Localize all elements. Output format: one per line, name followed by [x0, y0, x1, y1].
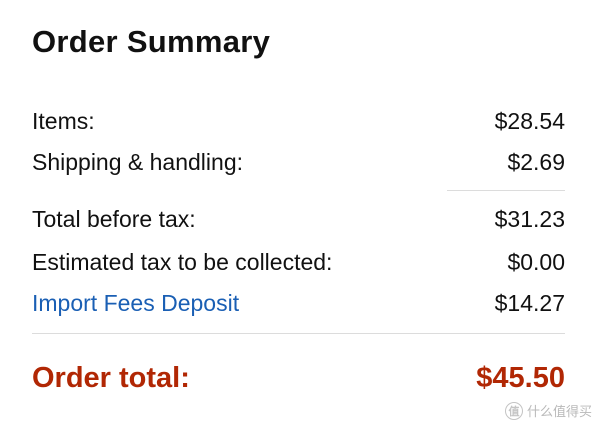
total-divider	[32, 333, 565, 334]
summary-row-estimated-tax: Estimated tax to be collected: $0.00	[32, 247, 565, 277]
summary-row-total-before-tax: Total before tax: $31.23	[32, 204, 565, 234]
subtotal-divider	[447, 190, 565, 191]
import-fees-deposit-link[interactable]: Import Fees Deposit	[32, 290, 239, 317]
summary-row-items: Items: $28.54	[32, 106, 565, 136]
summary-row-value: $31.23	[494, 205, 565, 232]
summary-row-label: Items:	[32, 107, 95, 134]
summary-row-label: Shipping & handling:	[32, 148, 243, 175]
summary-row-label: Estimated tax to be collected:	[32, 248, 333, 275]
smzdm-logo-icon: 值	[504, 401, 523, 420]
order-summary-title: Order Summary	[32, 24, 271, 59]
watermark-text: 什么值得买	[526, 404, 592, 419]
summary-row-shipping: Shipping & handling: $2.69	[32, 147, 565, 177]
summary-row-value: $14.27	[494, 289, 565, 316]
order-total-value: $45.50	[476, 362, 565, 394]
summary-row-value: $28.54	[494, 107, 565, 134]
summary-row-import-fees: Import Fees Deposit $14.27	[32, 288, 565, 318]
summary-row-value: $0.00	[507, 248, 565, 275]
summary-row-label: Total before tax:	[32, 205, 196, 232]
order-total-row: Order total: $45.50	[32, 362, 565, 395]
order-total-label: Order total:	[32, 362, 190, 394]
summary-row-value: $2.69	[507, 148, 565, 175]
order-summary-panel: Order Summary Items: $28.54 Shipping & h…	[0, 0, 600, 430]
watermark: 值 什么值得买	[504, 401, 592, 420]
